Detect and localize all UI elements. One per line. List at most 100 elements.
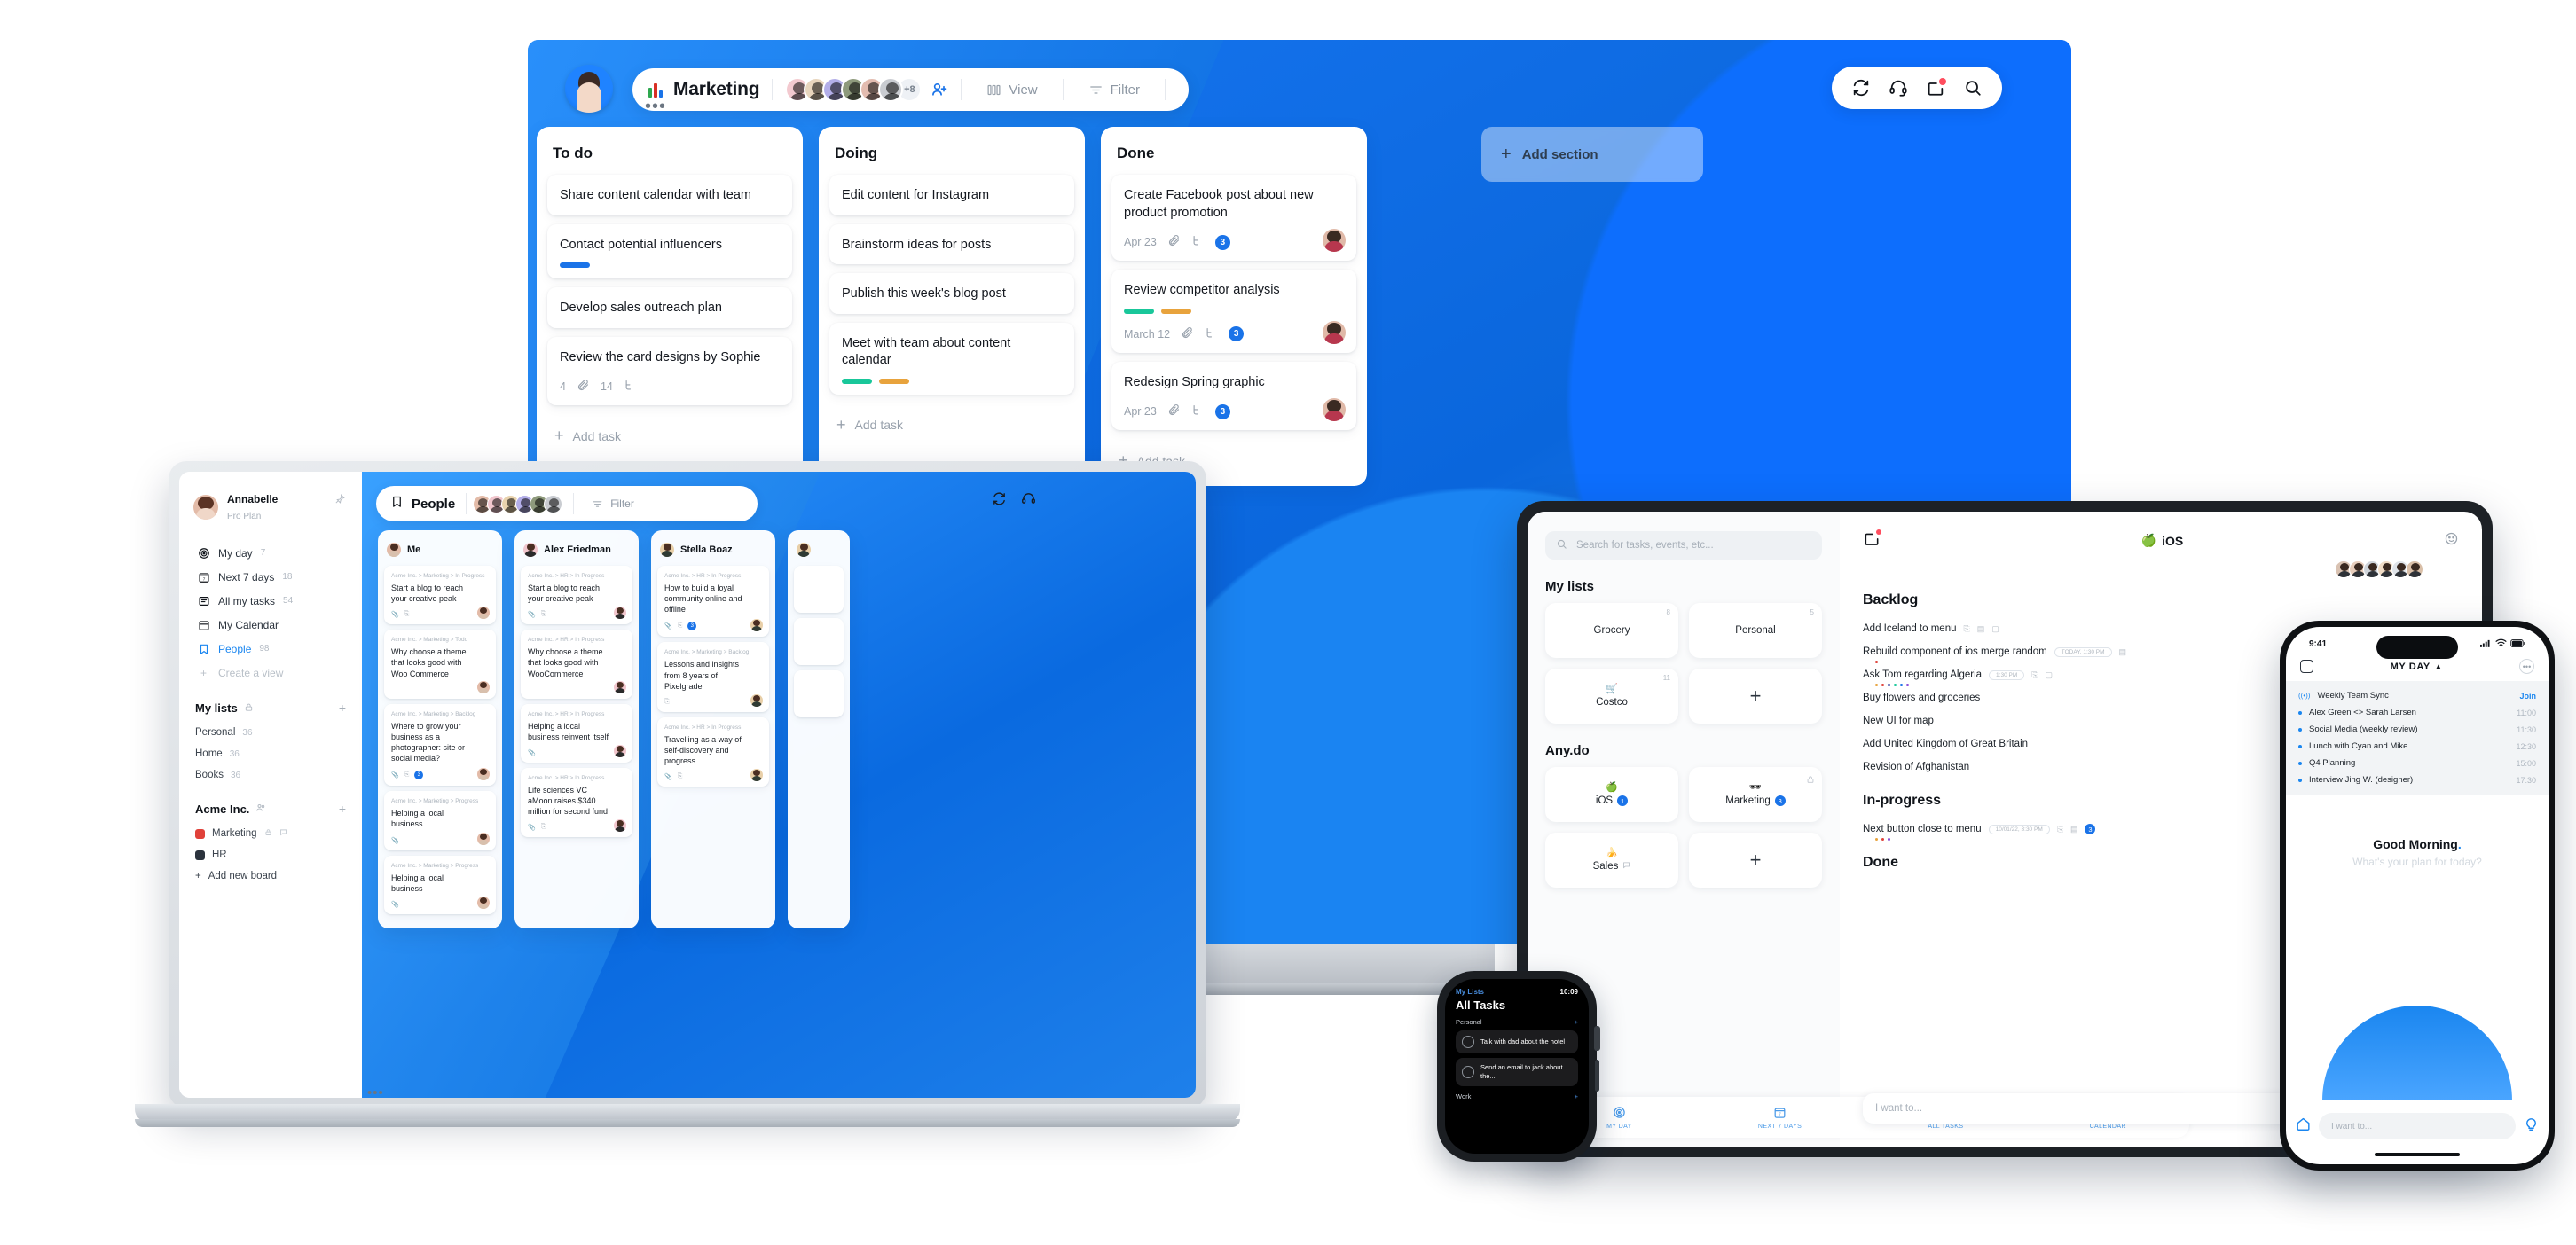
task-card[interactable] [794,566,844,614]
list-tile-personal[interactable]: 5 Personal [1689,603,1822,658]
search-icon[interactable] [1956,71,1990,105]
assignee-avatar[interactable] [1323,229,1346,253]
filter-button[interactable]: Filter [585,497,641,510]
task-card[interactable]: Acme Inc. > Marketing > Backlog Lessons … [657,642,769,712]
inbox-icon[interactable] [1919,71,1952,105]
task-card[interactable] [794,670,844,718]
sidebar-item-my-day[interactable]: My day 7 [193,541,348,565]
checkbox[interactable] [1462,1065,1474,1078]
assignee-avatar[interactable] [477,607,490,620]
kanban-card[interactable]: Create Facebook post about new product p… [1111,175,1356,262]
avatar[interactable] [2406,560,2423,578]
assignee-avatar[interactable] [614,744,626,757]
add-section-button[interactable]: + Add section [1481,127,1703,182]
sidebar-item-people[interactable]: People 98 [193,637,348,661]
watch-task[interactable]: Send an email to jack about the... [1456,1058,1578,1086]
assignee-avatar[interactable] [1323,320,1346,344]
add-person-icon[interactable] [931,81,948,98]
new-task-input[interactable]: I want to... [2319,1113,2516,1139]
board-item-marketing[interactable]: Marketing [193,823,348,844]
task-card[interactable]: Acme Inc. > Marketing > Todo Why choose … [384,630,496,699]
assignee-avatar[interactable] [477,832,490,845]
sidebar-item-all-my-tasks[interactable]: All my tasks 54 [193,589,348,613]
kanban-card[interactable]: Brainstorm ideas for posts [829,223,1074,265]
inbox-icon[interactable] [1863,529,1881,552]
watch-task[interactable]: Talk with dad about the hotel [1456,1030,1578,1053]
list-tile-ios[interactable]: 🍏 iOS 1 [1545,767,1678,822]
desktop-user-avatar[interactable] [565,65,613,113]
back-label[interactable]: My Lists [1456,988,1484,996]
task-card[interactable]: Acme Inc. > Marketing > Progress Helping… [384,791,496,850]
assignee-avatar[interactable] [750,619,763,632]
sidebar-user[interactable]: Annabelle Pro Plan [193,491,348,523]
list-item-home[interactable]: Home 36 [193,743,348,764]
assignee-avatar[interactable] [750,769,763,782]
task-card[interactable] [794,618,844,666]
more-options-button[interactable]: ••• [2519,659,2534,674]
emoji-reaction-icon[interactable] [2444,531,2459,551]
nav-next-7-days[interactable]: 7 NEXT 7 DAYS [1758,1106,1802,1130]
sidebar-item-my-calendar[interactable]: My Calendar [193,613,348,637]
nav-my-day[interactable]: MY DAY [1606,1106,1632,1130]
search-input[interactable]: Search for tasks, events, etc... [1545,531,1822,560]
pin-icon[interactable] [334,493,346,509]
list-item[interactable]: Q4 Planning 15:00 [2286,755,2549,771]
member-avatars[interactable] [473,494,563,513]
add-task-button[interactable]: + Add task [537,414,803,461]
task-card[interactable]: Acme Inc. > HR > In Progress Travelling … [657,716,769,787]
task-card[interactable]: Acme Inc. > Marketing > In Progress Star… [384,566,496,625]
task-card[interactable]: Acme Inc. > HR > In Progress Helping a l… [521,703,632,763]
sync-icon[interactable] [1844,71,1878,105]
list-tile-costco[interactable]: 11 🛒 Costco [1545,669,1678,724]
add-task-icon[interactable]: + [1575,1092,1578,1100]
member-avatars[interactable]: +8 [785,77,923,102]
idea-bulb-icon[interactable] [2523,1116,2540,1137]
kanban-card[interactable]: Contact potential influencers [547,223,792,279]
kanban-card[interactable]: Share content calendar with team [547,175,792,215]
more-options-button[interactable]: ••• [632,98,679,115]
watch-crown[interactable] [1594,1026,1600,1051]
chevron-up-icon[interactable]: ▲ [2435,662,2443,670]
assignee-avatar[interactable] [614,680,626,693]
filter-button[interactable]: Filter [1076,82,1152,98]
headset-icon[interactable] [1021,491,1036,511]
assignee-avatar[interactable] [1323,398,1346,422]
list-tile-sales[interactable]: 🍌 Sales [1545,833,1678,888]
list-tile-grocery[interactable]: 8 Grocery [1545,603,1678,658]
checkbox[interactable] [1462,1036,1474,1048]
list-item[interactable]: Alex Green <> Sarah Larsen 11:00 [2286,704,2549,721]
add-task-icon[interactable]: + [1575,1018,1578,1026]
add-list-tile[interactable]: + [1689,669,1822,724]
view-button[interactable]: View [974,82,1049,98]
avatar[interactable] [544,494,563,513]
task-card[interactable]: Acme Inc. > HR > In Progress Life scienc… [521,767,632,838]
task-card[interactable]: Acme Inc. > Marketing > Backlog Where to… [384,703,496,787]
menu-square-icon[interactable] [2300,660,2313,673]
headset-icon[interactable] [1881,71,1915,105]
kanban-card[interactable]: Edit content for Instagram [829,175,1074,215]
kanban-card[interactable]: Redesign Spring graphic Apr 23 3 [1111,361,1356,431]
kanban-card[interactable]: Develop sales outreach plan [547,287,792,328]
list-item[interactable]: ((•)) Weekly Team Sync Join [2286,687,2549,704]
add-anydo-list-tile[interactable]: + [1689,833,1822,888]
list-item-personal[interactable]: Personal 36 [193,722,348,743]
home-icon[interactable] [2295,1116,2312,1137]
kanban-card[interactable]: Meet with team about content calendar [829,322,1074,395]
sidebar-item-next-7-days[interactable]: 7 Next 7 days 18 [193,565,348,589]
add-list-button[interactable]: + [339,701,346,715]
assignee-avatar[interactable] [614,607,626,620]
assignee-avatar[interactable] [614,819,626,833]
add-new-board-button[interactable]: + Add new board [193,865,348,887]
task-card[interactable]: Acme Inc. > HR > In Progress Why choose … [521,630,632,699]
list-item[interactable]: Interview Jing W. (designer) 17:30 [2286,771,2549,788]
assignee-avatar[interactable] [750,693,763,707]
assignee-avatar[interactable] [477,768,490,781]
list-item-books[interactable]: Books 36 [193,764,348,786]
more-options-button[interactable]: ••• [362,1086,389,1098]
tablet-member-avatars[interactable] [1863,560,2459,578]
list-tile-marketing[interactable]: 🕶 Marketing 3 [1689,767,1822,822]
add-board-plus-button[interactable]: + [339,802,346,816]
assignee-avatar[interactable] [477,680,490,693]
sync-icon[interactable] [992,491,1007,511]
join-button[interactable]: Join [2519,692,2536,701]
